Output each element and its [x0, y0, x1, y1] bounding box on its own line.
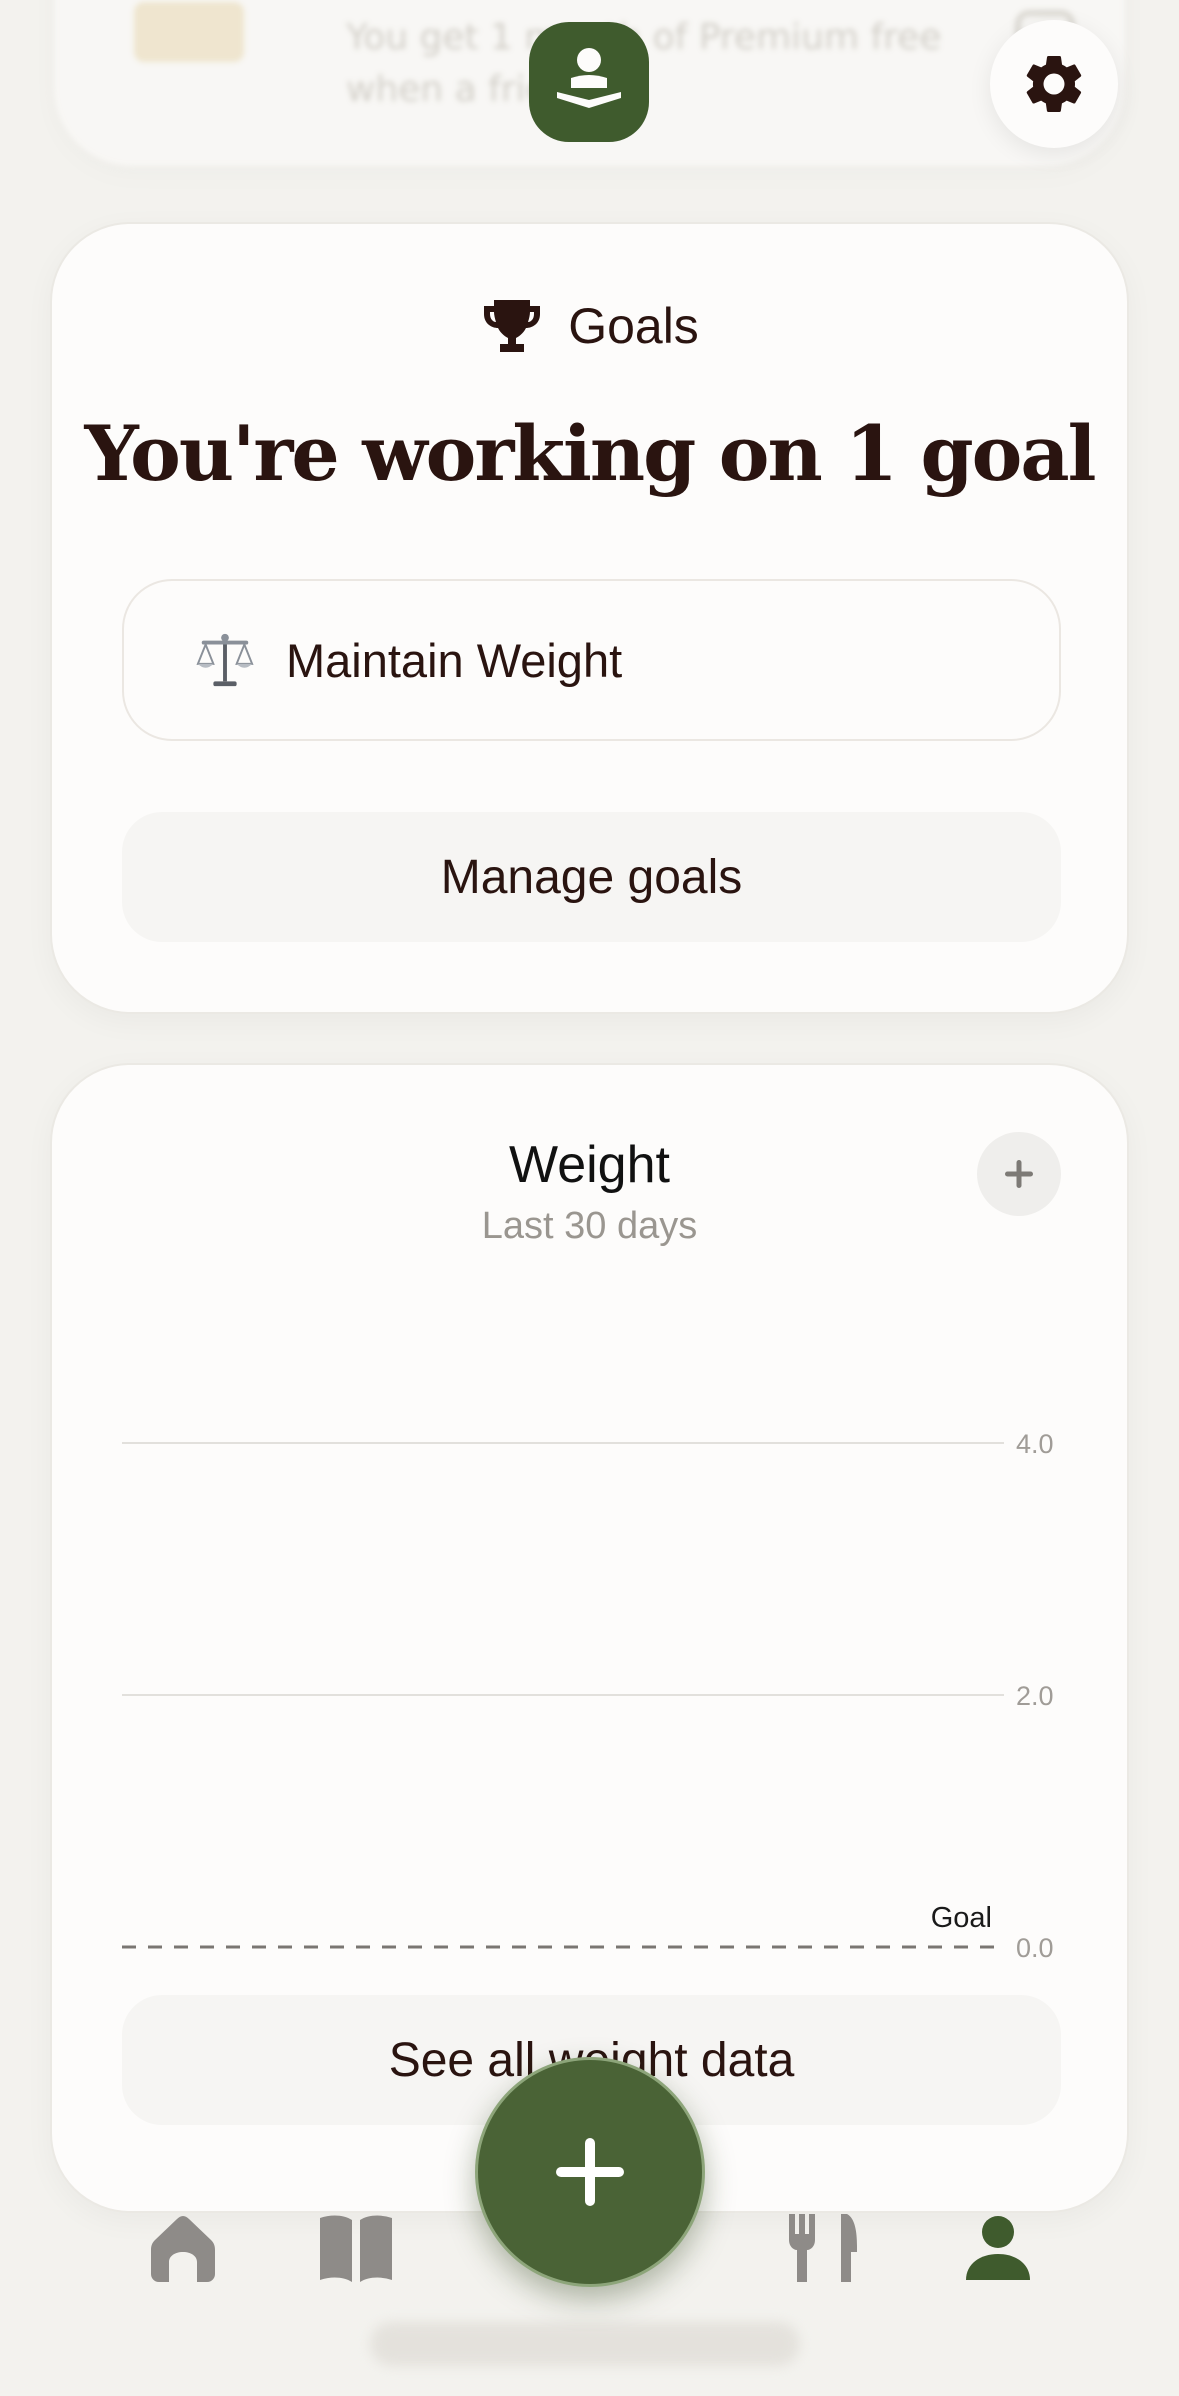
home-icon [151, 2216, 215, 2282]
nav-food[interactable] [785, 2210, 861, 2286]
settings-button[interactable] [990, 20, 1118, 148]
goals-title: You're working on 1 goal [84, 409, 1097, 498]
fork-knife-icon [789, 2214, 857, 2282]
trophy-icon [484, 300, 541, 352]
reader-logo-icon [529, 22, 649, 142]
goal-item-maintain-weight[interactable]: Maintain Weight [122, 579, 1061, 741]
balance-scale-icon [196, 633, 254, 687]
home-indicator [370, 2322, 800, 2366]
y-tick-label: 0.0 [1016, 1933, 1054, 1963]
goals-header: Goals [52, 294, 1127, 358]
weight-chart: 4.0 2.0 0.0 Goal [122, 1429, 1054, 1963]
weight-card: Weight Last 30 days 4.0 2.0 0.0 Goal See a… [50, 1063, 1129, 2213]
nav-home[interactable] [145, 2210, 221, 2286]
gear-icon [1026, 55, 1082, 112]
person-icon [966, 2216, 1030, 2280]
y-tick-label: 2.0 [1016, 1681, 1054, 1711]
book-icon [320, 2215, 392, 2282]
nav-profile[interactable] [960, 2210, 1036, 2286]
goals-card: Goals You're working on 1 goal Maintain … [50, 222, 1129, 1014]
manage-goals-button[interactable]: Manage goals [122, 812, 1061, 942]
y-tick-label: 4.0 [1016, 1429, 1054, 1459]
nav-journal[interactable] [316, 2210, 396, 2286]
plus-icon [556, 2138, 624, 2206]
add-entry-fab[interactable] [475, 2057, 705, 2287]
goal-line-label: Goal [931, 1902, 992, 1934]
goals-header-label: Goals [568, 298, 699, 354]
gift-icon [134, 2, 244, 62]
goal-item-label: Maintain Weight [286, 633, 623, 687]
referral-text: You get 1 month of Premium free when a f… [346, 17, 942, 110]
